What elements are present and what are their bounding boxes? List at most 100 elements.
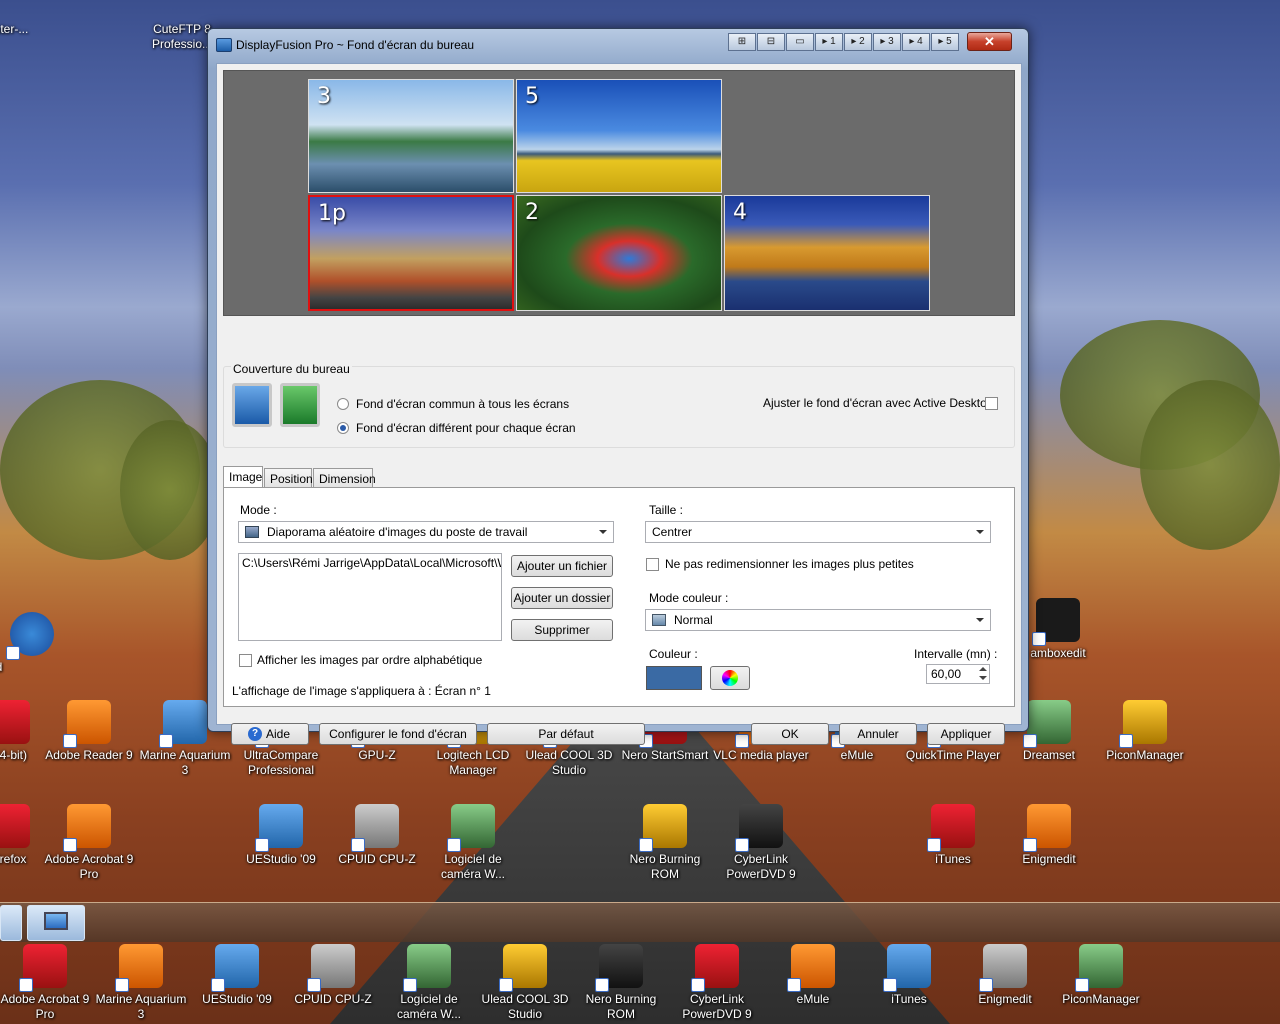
desktop-icon[interactable]: UEStudio '09	[189, 944, 285, 1007]
desktop-icon-label: QuickTime Player	[905, 748, 1001, 762]
help-label: Aide	[265, 727, 291, 741]
slideshow-icon	[245, 526, 259, 538]
desktop-icon[interactable]: Adobe Acrobat 9 Pro	[0, 944, 93, 1022]
color-picker-button[interactable]	[710, 666, 750, 690]
size-select[interactable]: Centrer	[645, 521, 991, 543]
displayfusion-window: DisplayFusion Pro ~ Fond d'écran du bure…	[207, 28, 1029, 745]
app-icon	[115, 944, 163, 992]
close-button[interactable]: ✕	[967, 32, 1012, 51]
taskbar-button-prev[interactable]	[0, 905, 22, 941]
move-to-monitor-5-button[interactable]: ▸ 5	[931, 33, 959, 51]
active-desktop-checkbox[interactable]	[985, 397, 998, 410]
tab-position[interactable]: Position	[264, 468, 313, 488]
maximize-mon-button[interactable]: ▭	[786, 33, 814, 51]
desktop-icon[interactable]: Logiciel de caméra W...	[381, 944, 477, 1022]
desktop-icon[interactable]: Logiciel de caméra W...	[425, 804, 521, 882]
spin-up-icon[interactable]	[979, 667, 987, 671]
title-bar[interactable]: DisplayFusion Pro ~ Fond d'écran du bure…	[208, 29, 1028, 61]
desktop-icon[interactable]: Nero Burning ROM	[617, 804, 713, 882]
move-to-monitor-4-button[interactable]: ▸ 4	[902, 33, 930, 51]
coverage-group: Fond d'écran commun à tous les écrans Fo…	[223, 366, 1015, 448]
desktop-icon[interactable]: CPUID CPU-Z	[285, 944, 381, 1007]
desktop-icon[interactable]: Ulead COOL 3D Studio	[477, 944, 573, 1022]
window-client: 3 5 1p 2 4 Fond d'écran commun à tous le…	[216, 63, 1022, 745]
configure-wallpaper-button[interactable]: Configurer le fond d'écran	[319, 723, 477, 745]
desktop-icon-label: PiconManager	[1106, 748, 1184, 762]
help-button[interactable]: ? Aide	[231, 723, 309, 745]
color-label: Couleur :	[649, 647, 698, 661]
monitor-1-primary[interactable]: 1p	[308, 195, 514, 311]
desktop-icon-label: Adobe Reader 9	[45, 748, 133, 762]
desktop-icon-label: Adobe Acrobat 9 Pro	[44, 852, 134, 881]
tile-button[interactable]: ⊟	[757, 33, 785, 51]
desktop-icon[interactable]: UEStudio '09	[233, 804, 329, 867]
desktop-icon[interactable]: iTunes	[905, 804, 1001, 867]
radio-different-wallpaper[interactable]	[337, 422, 349, 434]
monitor-5[interactable]: 5	[516, 79, 722, 193]
desktop-icon-label: Logitech LCD Manager	[436, 748, 510, 777]
tab-dimension[interactable]: Dimension	[313, 468, 376, 488]
color-mode-value: Normal	[674, 613, 713, 627]
desktop-icon-label: CuteFTP 8 Professio...	[151, 22, 213, 51]
interval-label: Intervalle (mn) :	[914, 647, 998, 661]
cancel-button[interactable]: Annuler	[839, 723, 917, 745]
no-resize-checkbox[interactable]	[646, 558, 659, 571]
move-to-monitor-3-button[interactable]: ▸ 3	[873, 33, 901, 51]
spin-down-icon[interactable]	[979, 676, 987, 680]
app-icon	[307, 944, 355, 992]
desktop-icon-label: eMule	[840, 748, 874, 762]
desktop-icon-label: aster-...	[0, 22, 29, 36]
monitor-2[interactable]: 2	[516, 195, 722, 311]
ok-button[interactable]: OK	[751, 723, 829, 745]
desktop-icon-label: iTunes	[935, 852, 971, 866]
app-icon	[63, 700, 111, 748]
desktop-icon[interactable]: CyberLink PowerDVD 9	[713, 804, 809, 882]
monitor-label: 4	[733, 200, 747, 225]
move-to-monitor-2-button[interactable]: ▸ 2	[844, 33, 872, 51]
monitor-label: 1p	[318, 201, 346, 226]
desktop-icon[interactable]: iTunes	[861, 944, 957, 1007]
desktop-icon[interactable]: PiconManager	[1053, 944, 1149, 1007]
desktop-icon[interactable]: Adobe Reader 9	[41, 700, 137, 763]
apply-button[interactable]: Appliquer	[927, 723, 1005, 745]
desktop-icon[interactable]: ield	[0, 612, 56, 675]
desktop-icon[interactable]: PiconManager	[1097, 700, 1193, 763]
desktop-icon[interactable]: CyberLink PowerDVD 9	[669, 944, 765, 1022]
add-file-button[interactable]: Ajouter un fichier	[511, 555, 613, 577]
alpha-order-checkbox[interactable]	[239, 654, 252, 667]
multi-monitor-icon	[280, 383, 320, 427]
mode-select[interactable]: Diaporama aléatoire d'images du poste de…	[238, 521, 614, 543]
move-to-monitor-1-button[interactable]: ▸ 1	[815, 33, 843, 51]
app-icon	[499, 944, 547, 992]
desktop-icon[interactable]: aster-...	[0, 22, 56, 37]
desktop-icon[interactable]: Nero Burning ROM	[573, 944, 669, 1022]
radio-common-wallpaper[interactable]	[337, 398, 349, 410]
desktop-icon[interactable]: Enigmedit	[957, 944, 1053, 1007]
color-swatch[interactable]	[646, 666, 702, 690]
tab-image[interactable]: Image	[223, 466, 263, 488]
desktop-icon-label: CPUID CPU-Z	[294, 992, 372, 1006]
single-monitor-icon	[232, 383, 272, 427]
desktop-icon-label: CyberLink PowerDVD 9	[726, 852, 796, 881]
tree-decoration	[120, 420, 220, 560]
taskbar-button-displayfusion[interactable]	[27, 905, 85, 941]
monitor-4[interactable]: 4	[724, 195, 930, 311]
desktop-icon[interactable]: Enigmedit	[1001, 804, 1097, 867]
interval-spinner[interactable]: 60,00	[926, 664, 990, 684]
color-mode-select[interactable]: Normal	[645, 609, 991, 631]
monitor-3[interactable]: 3	[308, 79, 514, 193]
path-item[interactable]: C:\Users\Rémi Jarrige\AppData\Local\Micr…	[242, 556, 501, 570]
image-path-list[interactable]: C:\Users\Rémi Jarrige\AppData\Local\Micr…	[238, 553, 502, 641]
desktop-icon[interactable]: Adobe Acrobat 9 Pro	[41, 804, 137, 882]
app-icon	[403, 944, 451, 992]
add-folder-button[interactable]: Ajouter un dossier	[511, 587, 613, 609]
desktop-icon[interactable]: eMule	[765, 944, 861, 1007]
desktop-icon[interactable]: CPUID CPU-Z	[329, 804, 425, 867]
firefox-icon	[6, 612, 54, 660]
coverage-title: Couverture du bureau	[231, 362, 352, 376]
delete-button[interactable]: Supprimer	[511, 619, 613, 641]
desktop-icon-label: Dreamset	[1022, 748, 1075, 762]
default-button[interactable]: Par défaut	[487, 723, 645, 745]
desktop-icon[interactable]: Marine Aquarium 3	[93, 944, 189, 1022]
span-monitors-button[interactable]: ⊞	[728, 33, 756, 51]
